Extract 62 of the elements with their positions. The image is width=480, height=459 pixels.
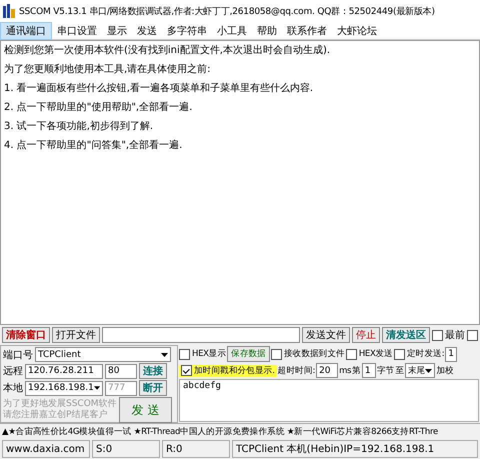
start-byte-field[interactable]: 1	[362, 363, 376, 378]
local-ip-dropdown[interactable]: 192.168.198.1	[25, 380, 103, 396]
menu-item[interactable]: 小工具	[212, 22, 252, 38]
unit-label: ms	[339, 366, 352, 376]
remote-port-field[interactable]: 80	[105, 364, 137, 378]
stop-button[interactable]: 停止	[352, 327, 380, 343]
checkbox[interactable]	[467, 330, 478, 340]
hex-display-checkbox[interactable]: HEX显示	[179, 348, 226, 360]
to-label: 至	[395, 364, 404, 376]
receive-to-file-checkbox[interactable]: 接收数据到文件	[270, 348, 345, 360]
disconnect-button[interactable]: 断开	[139, 380, 167, 396]
log-line: 1. 看一遍面板有些什么按钮,看一遍各项菜单和子菜单里有些什么内容.	[4, 82, 314, 95]
caret-icon	[94, 386, 100, 390]
from-label: 第	[352, 364, 361, 376]
log-line: 为了您更顺利地使用本工具,请在具体使用之前:	[4, 62, 212, 76]
byte-label: 字节	[376, 364, 394, 376]
menu-item[interactable]: 多字符串	[162, 22, 212, 38]
status-field: www.daxia.com	[2, 440, 90, 458]
promo-text: 为了更好地发展SSCOM软件	[3, 399, 117, 410]
status-field: TCPClient 本机(Hebin)IP=192.168.198.1	[232, 440, 478, 458]
log-line: 4. 点一下帮助里的"问答集",全部看一遍.	[4, 138, 184, 152]
marquee-text: ▲★合宙高性价比4G模块值得一试 ★RT-Thread中国人的开源免费操作系统 ★新一代WiFi芯片兼容8266支持RT-Thre	[0, 423, 480, 439]
interval-field[interactable]: 1	[445, 346, 458, 362]
port-label: 端口号	[3, 348, 33, 362]
hex-send-checkbox[interactable]: HEX发送	[346, 348, 393, 360]
remote-ip-field[interactable]: 120.76.28.211	[25, 364, 103, 378]
menu-item[interactable]: 发送	[132, 22, 162, 38]
timeout-label: 超时时间:	[278, 364, 316, 376]
menu-item[interactable]: 帮助	[252, 22, 282, 38]
send-file-button[interactable]: 发送文件	[302, 327, 350, 343]
app-logo-icon	[2, 3, 16, 19]
promo-text: 请您注册嘉立创P结尾客户	[3, 410, 108, 421]
clear-send-button[interactable]: 清发送区	[382, 327, 430, 343]
save-data-button[interactable]: 保存数据	[227, 346, 270, 362]
caret-icon	[425, 368, 432, 372]
window-title: SSCOM V5.13.1 串口/网络数据调试器,作者:大虾丁丁,2618058@qq.com. QQ群：52502449(最新版本)	[19, 6, 435, 18]
clear-window-button[interactable]: 清除窗口	[2, 327, 50, 343]
checksum-label: 加校	[436, 364, 454, 376]
file-path-field[interactable]	[102, 327, 300, 343]
timed-send-checkbox[interactable]: 定时发送:	[394, 348, 444, 360]
log-line: 检测到您第一次使用本软件(没有找到ini配置文件,本次退出时会自动生成).	[4, 44, 332, 57]
menu-item[interactable]: 联系作者	[282, 22, 332, 38]
port-type-dropdown[interactable]: TCPClient	[35, 347, 171, 362]
menu-item[interactable]: 显示	[102, 22, 132, 38]
timeout-field[interactable]: 20	[316, 363, 338, 378]
remote-label: 远程	[3, 365, 23, 378]
menu-item[interactable]: 大虾论坛	[332, 22, 382, 38]
menu-item[interactable]: 串口设置	[52, 22, 102, 38]
status-field: R:0	[162, 440, 230, 458]
open-file-button[interactable]: 打开文件	[52, 327, 100, 343]
connect-button[interactable]: 连接	[139, 363, 167, 379]
topmost-checkbox[interactable]: 最前	[432, 328, 465, 342]
log-line: 3. 试一下各项功能,初步得到了解.	[4, 120, 154, 133]
log-line: 2. 点一下帮助里的"使用帮助",全部看一遍.	[4, 100, 194, 114]
timestamp-checkbox[interactable]: 加时间戳和分包显示.	[179, 364, 277, 376]
caret-icon	[161, 352, 168, 356]
send-text-area[interactable]: abcdefg	[179, 379, 479, 422]
send-button[interactable]: 发 送	[118, 397, 172, 423]
status-field: S:0	[92, 440, 160, 458]
local-label: 本地	[3, 382, 23, 395]
menu-item[interactable]: 通讯端口	[0, 22, 52, 40]
end-dropdown[interactable]: 末尾	[405, 363, 436, 378]
